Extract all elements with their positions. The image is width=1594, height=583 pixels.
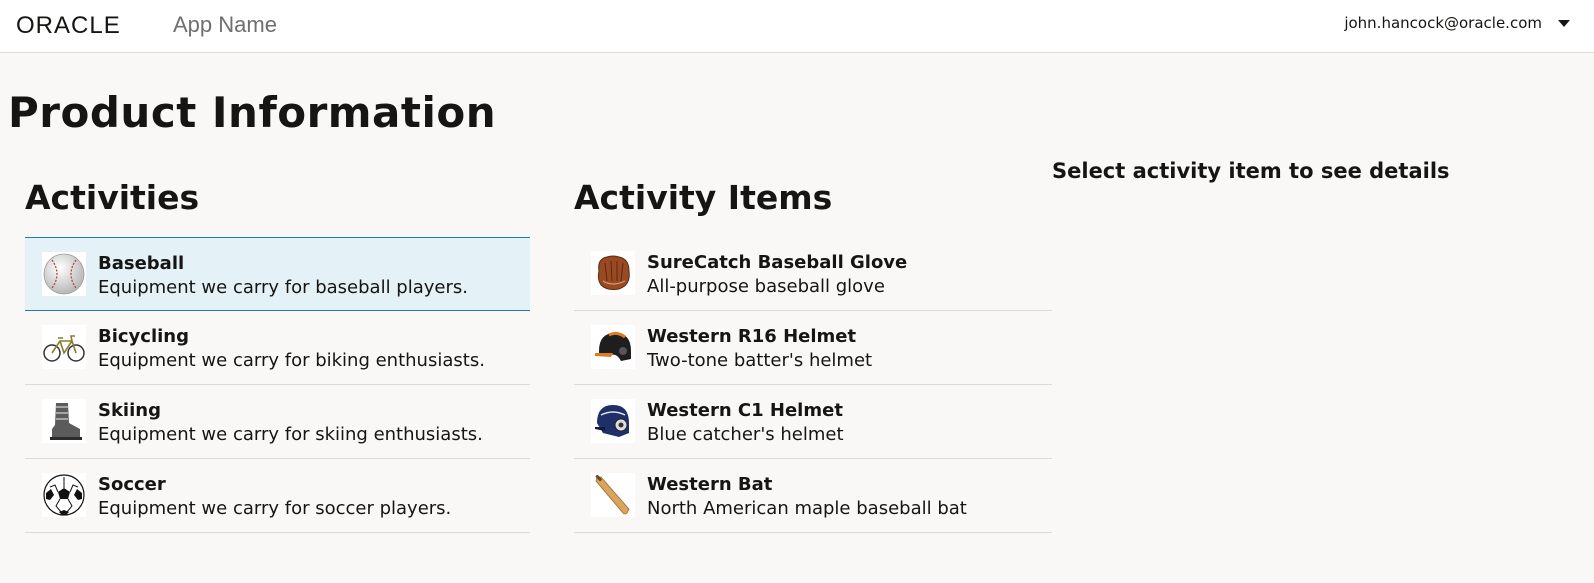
item-name: Western R16 Helmet xyxy=(647,326,857,347)
item-name: SureCatch Baseball Glove xyxy=(647,252,908,273)
list-item[interactable]: Baseball Equipment we carry for baseball… xyxy=(25,237,530,311)
app-header: ORACLE App Name john.hancock@oracle.com xyxy=(0,0,1594,53)
catcher-helmet-icon xyxy=(591,399,635,443)
baseball-icon xyxy=(42,252,86,296)
activity-name: Bicycling xyxy=(98,326,190,347)
list-item[interactable]: Skiing Equipment we carry for skiing ent… xyxy=(25,385,530,459)
user-email: john.hancock@oracle.com xyxy=(1344,14,1542,32)
activity-description: Equipment we carry for skiing enthusiast… xyxy=(98,424,483,445)
list-item[interactable]: Soccer Equipment we carry for soccer pla… xyxy=(25,459,530,533)
bicycle-icon xyxy=(42,325,86,369)
activity-name: Skiing xyxy=(98,400,161,421)
list-item[interactable]: SureCatch Baseball Glove All-purpose bas… xyxy=(574,237,1052,311)
batting-helmet-icon xyxy=(591,325,635,369)
list-item[interactable]: Western C1 Helmet Blue catcher's helmet xyxy=(574,385,1052,459)
item-description: North American maple baseball bat xyxy=(647,498,967,519)
activity-description: Equipment we carry for soccer players. xyxy=(98,498,452,519)
item-description: Blue catcher's helmet xyxy=(647,424,844,445)
list-item[interactable]: Western Bat North American maple basebal… xyxy=(574,459,1052,533)
activity-items-title: Activity Items xyxy=(574,178,833,217)
item-name: Western Bat xyxy=(647,474,773,495)
ski-boot-icon xyxy=(42,399,86,443)
oracle-logo: ORACLE xyxy=(16,14,121,36)
activity-items-list: SureCatch Baseball Glove All-purpose bas… xyxy=(574,237,1052,533)
brand: ORACLE App Name xyxy=(16,11,277,39)
baseball-bat-icon xyxy=(591,473,635,517)
item-description: All-purpose baseball glove xyxy=(647,276,885,297)
activity-name: Soccer xyxy=(98,474,166,495)
user-menu[interactable]: john.hancock@oracle.com xyxy=(1344,14,1570,32)
item-description: Two-tone batter's helmet xyxy=(647,350,873,371)
details-prompt: Select activity item to see details xyxy=(1052,159,1450,183)
list-item[interactable]: Bicycling Equipment we carry for biking … xyxy=(25,311,530,385)
item-name: Western C1 Helmet xyxy=(647,400,843,421)
chevron-down-icon xyxy=(1558,19,1570,27)
activity-name: Baseball xyxy=(98,253,185,274)
soccer-ball-icon xyxy=(42,473,86,517)
app-name: App Name xyxy=(173,12,277,37)
svg-text:ORACLE: ORACLE xyxy=(16,14,121,36)
baseball-glove-icon xyxy=(591,251,635,295)
page-title: Product Information xyxy=(8,88,497,137)
activities-list: Baseball Equipment we carry for baseball… xyxy=(25,237,530,533)
list-item[interactable]: Western R16 Helmet Two-tone batter's hel… xyxy=(574,311,1052,385)
activity-description: Equipment we carry for biking enthusiast… xyxy=(98,350,485,371)
activities-title: Activities xyxy=(25,178,200,217)
activity-description: Equipment we carry for baseball players. xyxy=(98,277,468,298)
